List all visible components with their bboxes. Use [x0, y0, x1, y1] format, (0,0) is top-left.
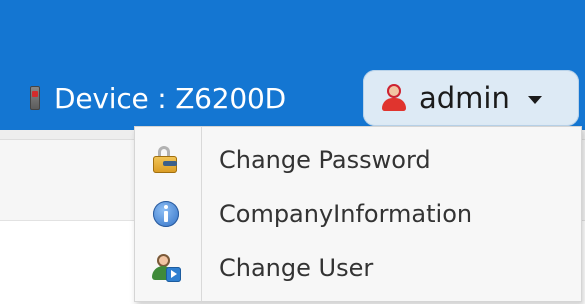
- menu-item-change-user[interactable]: Change User: [135, 242, 581, 294]
- info-icon: [151, 199, 181, 229]
- menu-item-company-information[interactable]: CompanyInformation: [135, 188, 581, 240]
- user-icon: [379, 83, 409, 113]
- menu-item-change-password[interactable]: Change Password: [135, 134, 581, 186]
- menu-item-label: Change User: [219, 254, 374, 282]
- menu-item-label: Change Password: [219, 146, 431, 174]
- user-menu-button[interactable]: admin: [363, 70, 579, 126]
- device-icon: [30, 86, 40, 110]
- device-label: Device : Z6200D: [54, 81, 286, 115]
- caret-down-icon: [527, 96, 542, 104]
- user-name: admin: [419, 81, 510, 115]
- device-indicator: Device : Z6200D: [30, 78, 286, 118]
- user-dropdown-menu: Change Password CompanyInformation Chang…: [134, 126, 582, 302]
- lock-key-icon: [151, 145, 181, 175]
- top-bar: Device : Z6200D admin: [0, 0, 585, 130]
- change-user-icon: [151, 253, 181, 283]
- menu-item-label: CompanyInformation: [219, 200, 473, 228]
